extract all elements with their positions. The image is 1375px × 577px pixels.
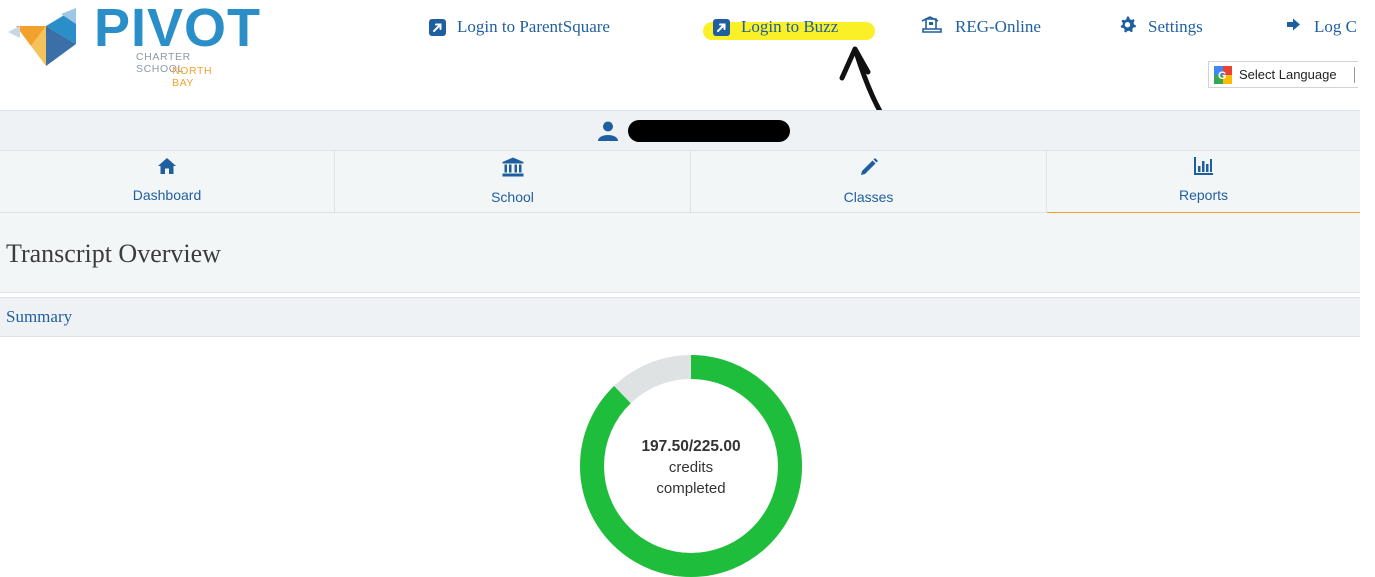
- user-icon: [597, 120, 619, 147]
- external-link-icon: [713, 18, 730, 36]
- tab-label: School: [491, 189, 534, 205]
- tab-school[interactable]: School: [335, 151, 691, 212]
- gear-icon: [1118, 15, 1137, 39]
- tab-dashboard[interactable]: Dashboard: [0, 151, 335, 212]
- top-navigation: Login to ParentSquare Login to Buzz REG-…: [0, 14, 1375, 44]
- select-language-dropdown[interactable]: G Select Language: [1208, 61, 1358, 88]
- page-title: Transcript Overview: [6, 239, 221, 268]
- logout-link[interactable]: Log C: [1285, 14, 1357, 40]
- logout-icon: [1285, 16, 1303, 38]
- login-buzz-link[interactable]: Login to Buzz: [713, 14, 838, 40]
- logo-campus: NORTH BAY: [172, 65, 213, 89]
- credits-label: credits: [668, 459, 714, 476]
- settings-link[interactable]: Settings: [1118, 14, 1203, 40]
- svg-text:G: G: [1218, 70, 1227, 82]
- tab-label: Classes: [843, 189, 894, 205]
- login-parentsquare-label: Login to ParentSquare: [457, 17, 610, 36]
- credits-value: 197.50/225.00: [641, 438, 741, 455]
- credits-summary: 197.50/225.00 credits completed: [575, 436, 807, 499]
- google-translate-icon: G: [1214, 65, 1232, 84]
- login-parentsquare-link[interactable]: Login to ParentSquare: [429, 14, 610, 40]
- dropdown-divider: [1354, 67, 1355, 83]
- summary-panel-header[interactable]: Summary: [0, 297, 1360, 337]
- select-language-label: Select Language: [1239, 67, 1337, 82]
- registration-icon: [920, 15, 944, 40]
- site-header: PIVOT CHARTER SCHOOL NORTH BAY Login to …: [0, 0, 1375, 133]
- settings-label: Settings: [1148, 17, 1203, 36]
- tab-classes[interactable]: Classes: [691, 151, 1047, 212]
- page-header: Transcript Overview: [0, 213, 1360, 293]
- main-tabs: Dashboard School Classes Reports: [0, 151, 1360, 214]
- tab-label: Dashboard: [132, 187, 202, 203]
- reg-online-link[interactable]: REG-Online: [920, 14, 1041, 40]
- tab-reports[interactable]: Reports: [1047, 151, 1360, 214]
- login-buzz-label: Login to Buzz: [741, 17, 839, 36]
- pencil-icon: [859, 157, 879, 182]
- completed-label: completed: [656, 480, 726, 497]
- tab-label: Reports: [1178, 187, 1229, 203]
- reg-online-label: REG-Online: [955, 17, 1041, 36]
- logout-label: Log C: [1314, 17, 1357, 36]
- home-icon: [157, 157, 177, 180]
- bank-icon: [502, 157, 524, 182]
- redacted-username: [628, 120, 790, 142]
- bar-chart-icon: [1193, 157, 1214, 180]
- summary-label: Summary: [6, 307, 73, 326]
- external-link-icon: [429, 18, 446, 36]
